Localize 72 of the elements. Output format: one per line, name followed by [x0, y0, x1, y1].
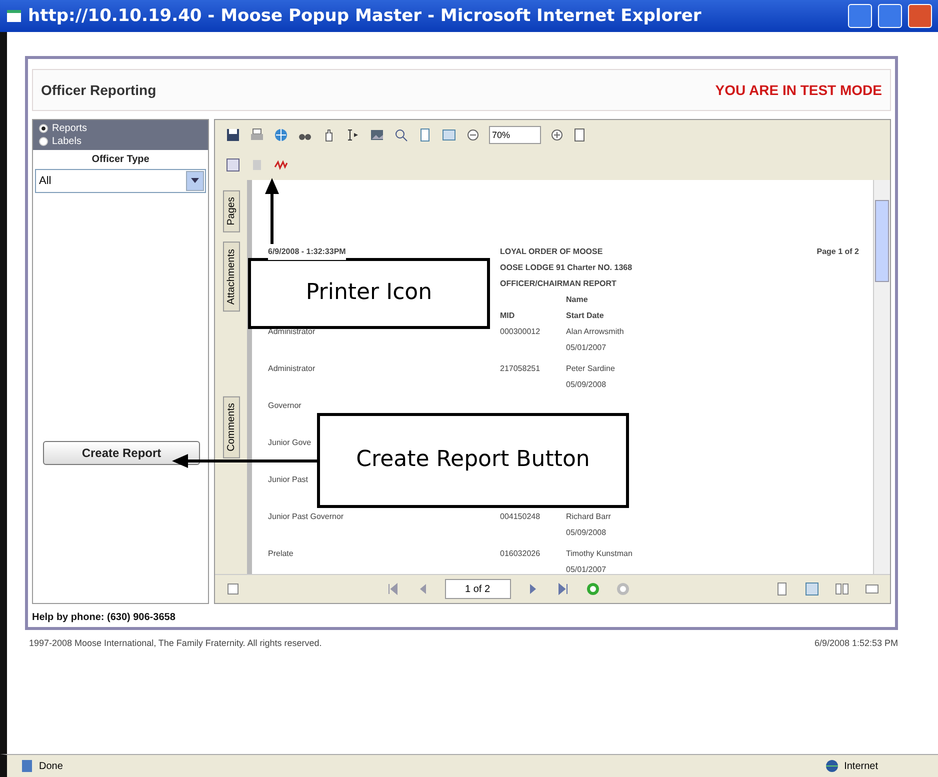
- globe-icon[interactable]: [824, 758, 840, 774]
- report-timestamp: 6/9/2008 - 1:32:33PM: [268, 244, 346, 260]
- page-field[interactable]: 1 of 2: [444, 579, 510, 599]
- office-cell-text: Prelate: [268, 548, 294, 560]
- office-cell-text: Junior Past Governor: [268, 511, 345, 523]
- page-title: Officer Reporting: [41, 82, 156, 98]
- date-cell-text: 05/09/2008: [566, 379, 608, 391]
- zoom-in-icon[interactable]: [549, 127, 565, 143]
- radio-label: Labels: [52, 136, 82, 147]
- callout-label: Create Report Button: [317, 413, 629, 508]
- mid-cell-text: 016032026: [500, 548, 542, 560]
- office-cell-text: Administrator: [268, 363, 316, 375]
- mid-cell-text: 000300012: [500, 326, 542, 338]
- zoom-out-icon[interactable]: [465, 127, 481, 143]
- caret-icon: [191, 178, 199, 184]
- office-cell-text: Junior Gove: [268, 437, 312, 449]
- filter-label: Officer Type: [90, 153, 150, 167]
- maximize-button[interactable]: [878, 4, 902, 28]
- page-icon[interactable]: [19, 758, 35, 774]
- name-cell-text: Richard Barr: [566, 511, 612, 523]
- date-time-text: 6/9/2008 1:52:53 PM: [814, 638, 898, 648]
- image-icon[interactable]: [369, 127, 385, 143]
- dropdown-value: All: [39, 175, 52, 187]
- zone-text: Internet: [844, 760, 878, 772]
- status-text: Done: [39, 760, 63, 772]
- name-cell-text: Alan Arrowsmith: [566, 326, 625, 338]
- radio-option[interactable]: Labels: [39, 136, 202, 147]
- side-tab[interactable]: Comments: [222, 396, 240, 458]
- radio-button[interactable]: [39, 137, 48, 146]
- report-heading: OFFICER/CHAIRMAN REPORT: [500, 278, 618, 290]
- minimize-button[interactable]: [848, 4, 872, 28]
- report-heading: LOYAL ORDER OF MOOSE: [500, 246, 604, 258]
- zoom-in-icon[interactable]: [393, 127, 409, 143]
- office-cell-text: Administrator: [268, 326, 316, 338]
- officer-type-dropdown[interactable]: All: [35, 169, 206, 193]
- page-number: Page 1 of 2: [816, 246, 859, 258]
- test-mode-notice: YOU ARE IN TEST MODE: [715, 82, 882, 98]
- name-cell-text: Timothy Kunstman: [566, 548, 634, 560]
- date-cell-text: 05/01/2007: [566, 342, 608, 354]
- radio-button[interactable]: [39, 124, 48, 133]
- facing-pages-icon[interactable]: [834, 581, 850, 597]
- mid-cell-text: 217058251: [500, 363, 542, 375]
- radio-label: Reports: [52, 123, 88, 134]
- create-report-button[interactable]: Create Report: [43, 441, 200, 465]
- mid-cell-text: 004150248: [500, 511, 542, 523]
- column-header: Name: [566, 294, 589, 306]
- radio-option[interactable]: Reports: [39, 123, 202, 134]
- panel-icon[interactable]: [225, 581, 241, 597]
- copyright-text: 1997-2008 Moose International, The Family Fraternity. All rights reserved.: [29, 638, 322, 648]
- printer-icon[interactable]: [249, 127, 265, 143]
- close-button[interactable]: [908, 4, 932, 28]
- zoom-field[interactable]: 70%: [489, 126, 541, 144]
- report-heading: OOSE LODGE 91 Charter NO. 1368: [500, 262, 634, 274]
- side-tab[interactable]: Pages: [222, 190, 240, 232]
- callout-label: Printer Icon: [248, 258, 490, 329]
- office-cell-text: Governor: [268, 400, 302, 412]
- window-title: http://10.10.19.40 - Moose Popup Master - Microsoft Internet Explorer: [28, 6, 702, 26]
- name-cell-text: Peter Sardine: [566, 363, 616, 375]
- dropdown-button[interactable]: [186, 171, 204, 191]
- column-header: Start Date: [566, 310, 605, 322]
- save-icon[interactable]: [225, 127, 241, 143]
- fit-width-icon[interactable]: [441, 127, 457, 143]
- side-tab[interactable]: Attachments: [222, 242, 240, 312]
- date-cell-text: 05/09/2008: [566, 527, 608, 539]
- browser-icon[interactable]: [6, 8, 22, 24]
- help-phone-text: Help by phone: (630) 906-3658: [32, 612, 176, 623]
- date-cell-text: 05/01/2007: [566, 564, 608, 574]
- column-header: MID: [500, 310, 516, 322]
- continuous-page-icon[interactable]: [804, 581, 820, 597]
- office-cell-text: Junior Past: [268, 474, 310, 486]
- globe-icon[interactable]: [273, 127, 289, 143]
- scrollbar[interactable]: [873, 180, 890, 574]
